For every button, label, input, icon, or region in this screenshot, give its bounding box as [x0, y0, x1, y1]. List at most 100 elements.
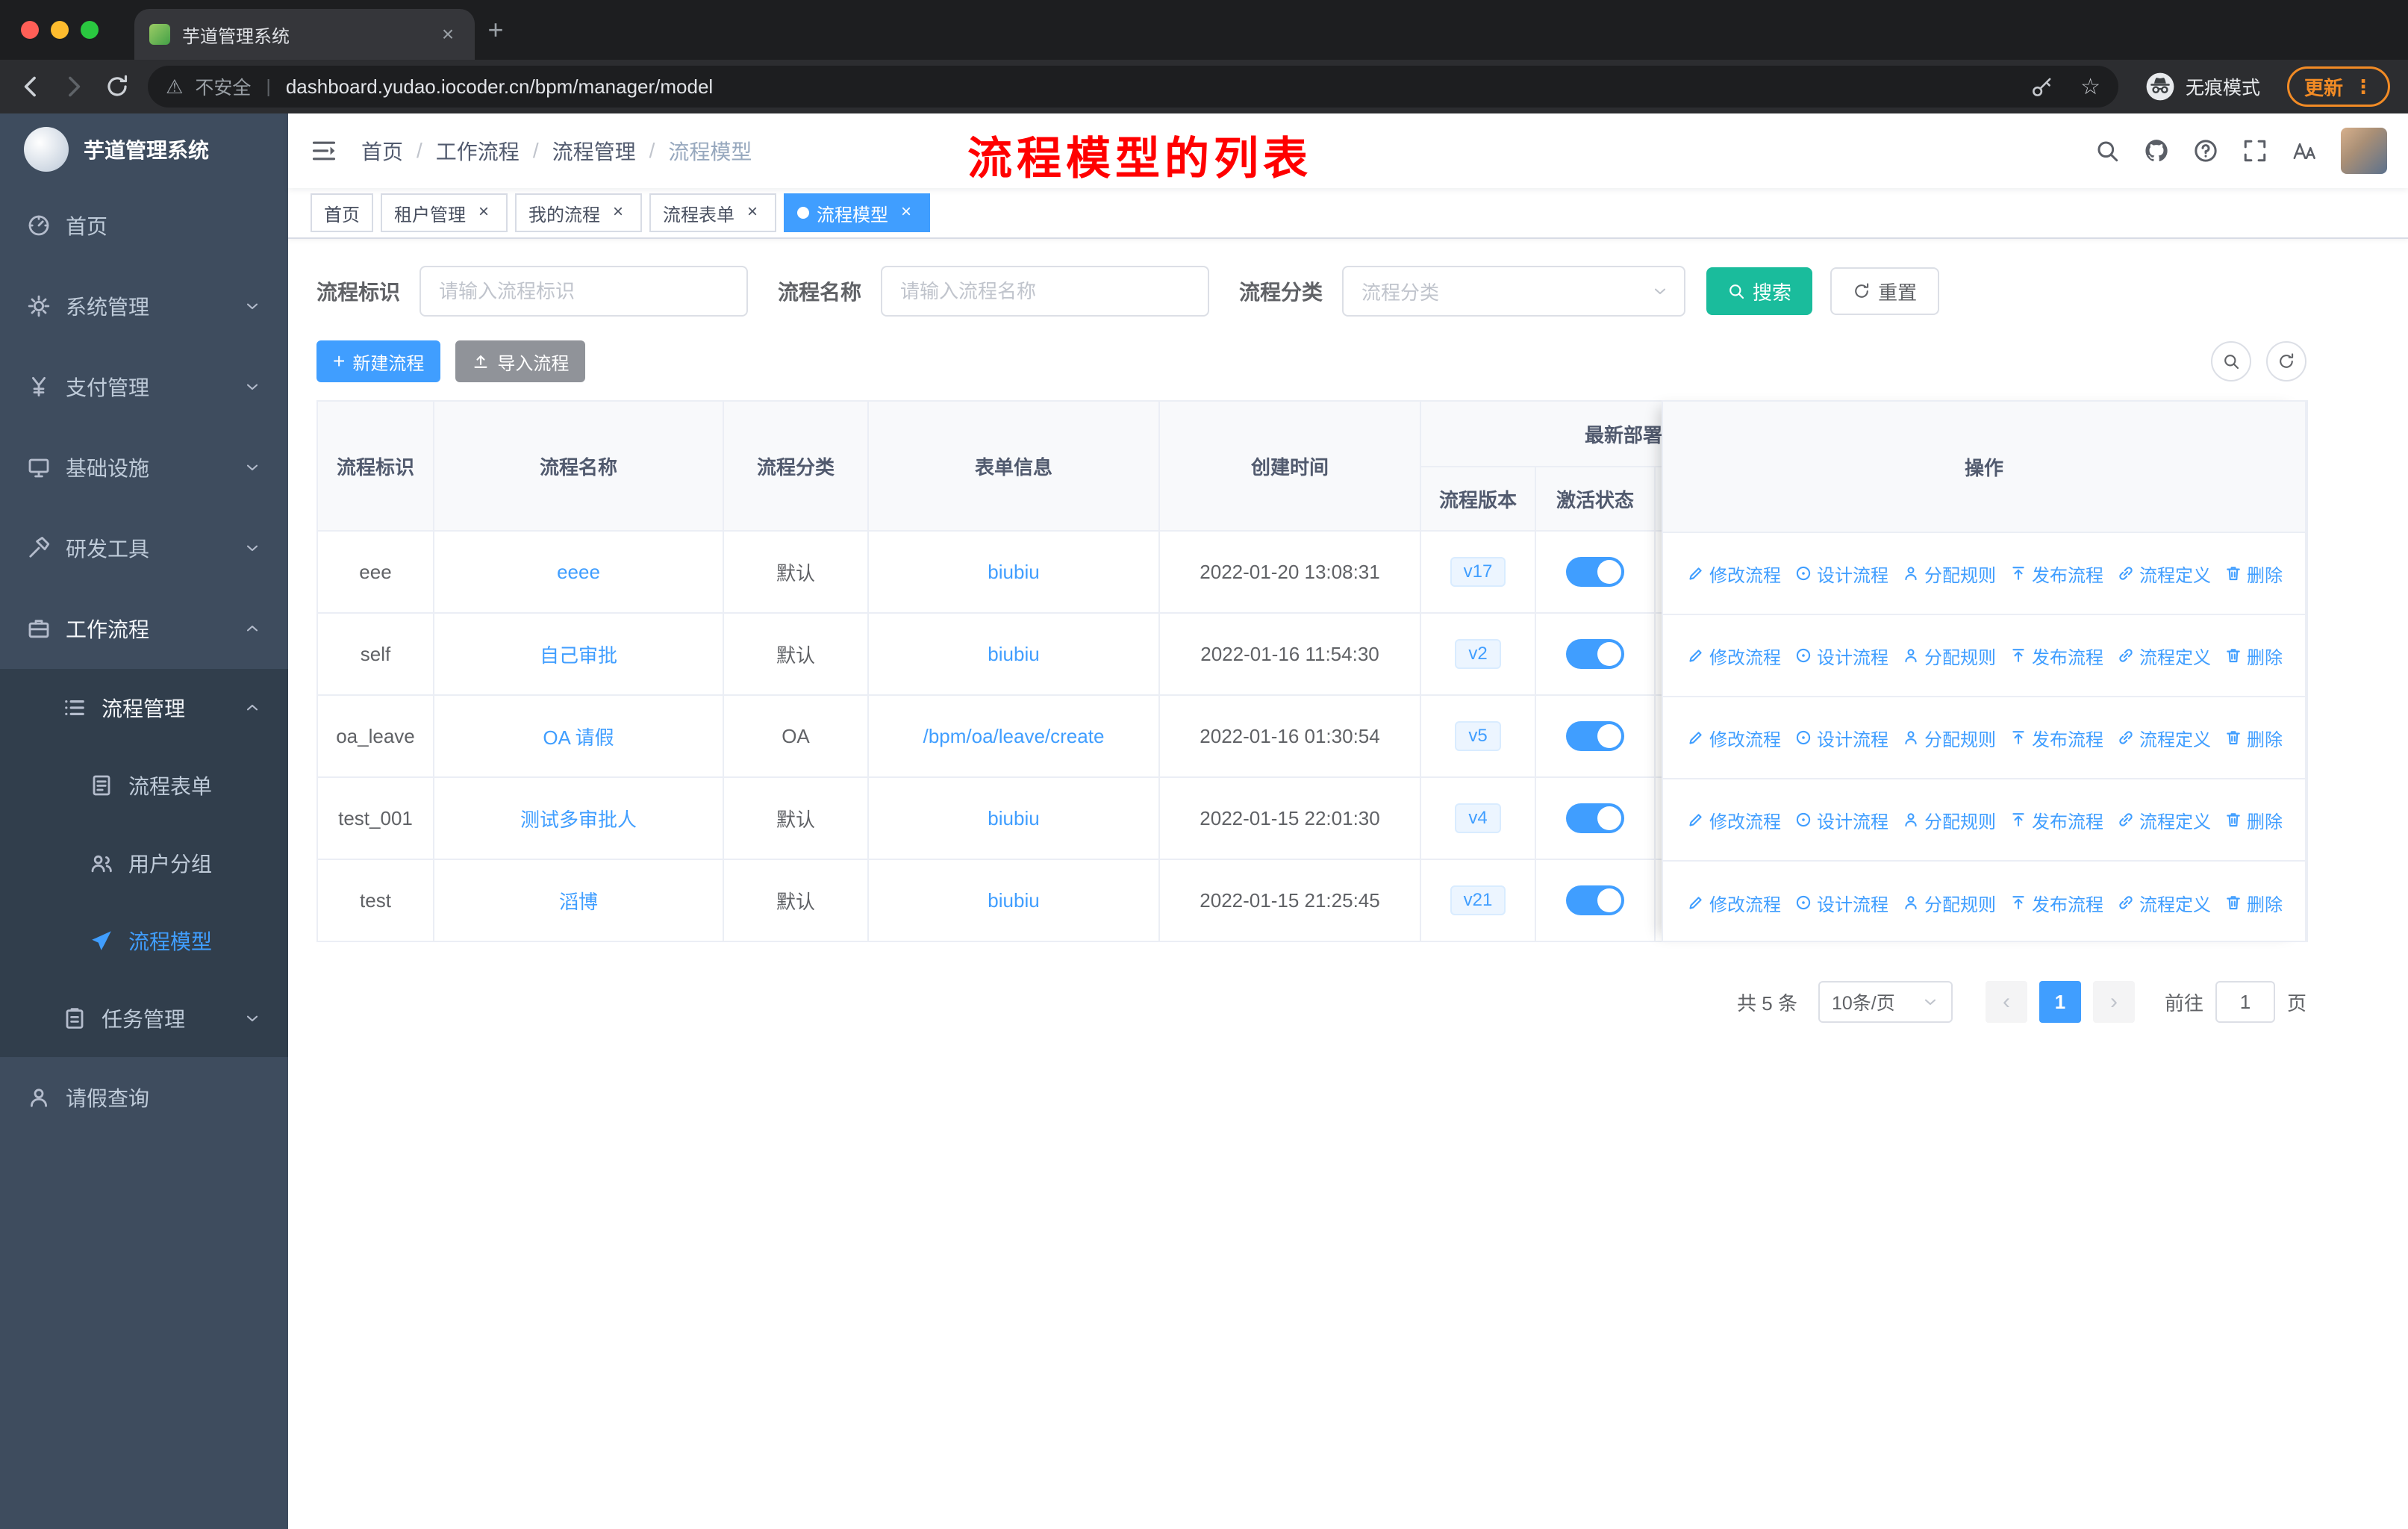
- design-process-action[interactable]: 设计流程: [1794, 643, 1888, 669]
- create-process-button[interactable]: + 新建流程: [316, 340, 441, 382]
- definition-process-action[interactable]: 流程定义: [2117, 725, 2211, 751]
- definition-process-action[interactable]: 流程定义: [2117, 561, 2211, 587]
- minimize-window-button[interactable]: [51, 21, 69, 39]
- delete-process-action[interactable]: 删除: [2224, 643, 2283, 669]
- definition-process-action[interactable]: 流程定义: [2117, 807, 2211, 833]
- sidebar-item-workflow[interactable]: 工作流程: [0, 588, 288, 669]
- publish-process-action[interactable]: 发布流程: [2009, 561, 2103, 587]
- github-icon[interactable]: [2144, 138, 2169, 164]
- sidebar-item-user-group[interactable]: 用户分组: [0, 824, 288, 902]
- tag-home[interactable]: 首页: [311, 193, 373, 232]
- assign-process-action[interactable]: 分配规则: [1902, 725, 1996, 751]
- next-page-button[interactable]: ›: [2092, 981, 2135, 1023]
- bookmark-star-icon[interactable]: ☆: [2080, 74, 2100, 100]
- zoom-window-button[interactable]: [81, 21, 99, 39]
- assign-process-action[interactable]: 分配规则: [1902, 643, 1996, 669]
- design-process-action[interactable]: 设计流程: [1794, 725, 1888, 751]
- sidebar-item-infrastructure[interactable]: 基础设施: [0, 427, 288, 508]
- assign-process-action[interactable]: 分配规则: [1902, 890, 1996, 916]
- prev-page-button[interactable]: ‹: [1985, 981, 2027, 1023]
- toggle-search-button[interactable]: [2211, 341, 2251, 382]
- active-toggle[interactable]: [1566, 721, 1624, 751]
- font-size-icon[interactable]: [2292, 138, 2317, 164]
- page-size-select[interactable]: 10条/页: [1818, 981, 1953, 1023]
- tag-tenant[interactable]: 租户管理 ×: [381, 193, 508, 232]
- sidebar-item-devtools[interactable]: 研发工具: [0, 508, 288, 588]
- address-bar[interactable]: ⚠ 不安全 | dashboard.yudao.iocoder.cn/bpm/m…: [148, 66, 2118, 108]
- process-category-select[interactable]: 流程分类: [1342, 266, 1686, 317]
- delete-process-action[interactable]: 删除: [2224, 725, 2283, 751]
- process-key-input[interactable]: [419, 266, 749, 317]
- delete-process-action[interactable]: 删除: [2224, 561, 2283, 587]
- form-info-link[interactable]: biubiu: [988, 561, 1039, 583]
- url-text[interactable]: dashboard.yudao.iocoder.cn/bpm/manager/m…: [286, 75, 713, 99]
- assign-process-action[interactable]: 分配规则: [1902, 807, 1996, 833]
- form-info-link[interactable]: /bpm/oa/leave/create: [923, 725, 1105, 747]
- process-name-link[interactable]: 自己审批: [540, 644, 617, 667]
- definition-process-action[interactable]: 流程定义: [2117, 643, 2211, 669]
- form-info-link[interactable]: biubiu: [988, 807, 1039, 829]
- app-logo[interactable]: 芋道管理系统: [0, 113, 288, 185]
- sidebar-item-payment[interactable]: 支付管理: [0, 346, 288, 427]
- new-tab-button[interactable]: +: [475, 9, 517, 51]
- key-icon[interactable]: [2031, 75, 2053, 98]
- process-name-link[interactable]: 测试多审批人: [520, 809, 637, 831]
- edit-process-action[interactable]: 修改流程: [1687, 890, 1781, 916]
- active-toggle[interactable]: [1566, 803, 1624, 833]
- process-name-link[interactable]: eeee: [557, 561, 600, 583]
- menu-dots-icon[interactable]: ⋮: [2354, 75, 2373, 99]
- close-window-button[interactable]: [21, 21, 39, 39]
- sidebar-item-system[interactable]: 系统管理: [0, 266, 288, 346]
- breadcrumb-item[interactable]: 工作流程: [436, 136, 520, 166]
- update-button[interactable]: 更新 ⋮: [2286, 66, 2390, 107]
- sidebar-toggle-icon[interactable]: [311, 137, 337, 164]
- active-toggle[interactable]: [1566, 639, 1624, 669]
- sidebar-item-home[interactable]: 首页: [0, 185, 288, 266]
- search-button[interactable]: 搜索: [1706, 267, 1813, 315]
- close-icon[interactable]: ×: [608, 202, 628, 223]
- forward-icon[interactable]: [61, 74, 87, 99]
- breadcrumb-item[interactable]: 首页: [361, 136, 403, 166]
- definition-process-action[interactable]: 流程定义: [2117, 890, 2211, 916]
- close-icon[interactable]: ×: [896, 202, 917, 223]
- help-icon[interactable]: [2193, 138, 2218, 164]
- process-name-input[interactable]: [881, 266, 1210, 317]
- delete-process-action[interactable]: 删除: [2224, 807, 2283, 833]
- reload-icon[interactable]: [105, 74, 130, 99]
- import-process-button[interactable]: 导入流程: [455, 340, 586, 382]
- reset-button[interactable]: 重置: [1830, 267, 1940, 315]
- sidebar-item-process-model[interactable]: 流程模型: [0, 902, 288, 980]
- sidebar-item-process-management[interactable]: 流程管理: [0, 669, 288, 747]
- page-number-button[interactable]: 1: [2039, 981, 2081, 1023]
- active-toggle[interactable]: [1566, 885, 1624, 915]
- form-info-link[interactable]: biubiu: [988, 643, 1039, 665]
- publish-process-action[interactable]: 发布流程: [2009, 643, 2103, 669]
- close-icon[interactable]: ×: [473, 202, 494, 223]
- edit-process-action[interactable]: 修改流程: [1687, 643, 1781, 669]
- publish-process-action[interactable]: 发布流程: [2009, 725, 2103, 751]
- search-icon[interactable]: [2094, 138, 2120, 164]
- tab-close-icon[interactable]: ×: [436, 22, 460, 46]
- sidebar-item-leave-query[interactable]: 请假查询: [0, 1057, 288, 1138]
- process-name-link[interactable]: OA 请假: [543, 726, 614, 749]
- browser-tab[interactable]: 芋道管理系统 ×: [134, 9, 475, 60]
- publish-process-action[interactable]: 发布流程: [2009, 807, 2103, 833]
- design-process-action[interactable]: 设计流程: [1794, 890, 1888, 916]
- back-icon[interactable]: [18, 74, 43, 99]
- security-label[interactable]: 不安全: [195, 73, 251, 100]
- breadcrumb-item[interactable]: 流程管理: [552, 136, 636, 166]
- edit-process-action[interactable]: 修改流程: [1687, 807, 1781, 833]
- sidebar-item-task-management[interactable]: 任务管理: [0, 980, 288, 1057]
- sidebar-item-process-form[interactable]: 流程表单: [0, 747, 288, 824]
- process-name-link[interactable]: 滔博: [559, 891, 598, 913]
- form-info-link[interactable]: biubiu: [988, 889, 1039, 912]
- edit-process-action[interactable]: 修改流程: [1687, 725, 1781, 751]
- edit-process-action[interactable]: 修改流程: [1687, 561, 1781, 587]
- close-icon[interactable]: ×: [742, 202, 763, 223]
- goto-page-input[interactable]: [2215, 981, 2275, 1023]
- fullscreen-icon[interactable]: [2242, 138, 2268, 164]
- active-toggle[interactable]: [1566, 557, 1624, 587]
- tag-process-model[interactable]: 流程模型 ×: [784, 193, 930, 232]
- tag-process-form[interactable]: 流程表单 ×: [649, 193, 776, 232]
- tag-my-process[interactable]: 我的流程 ×: [515, 193, 642, 232]
